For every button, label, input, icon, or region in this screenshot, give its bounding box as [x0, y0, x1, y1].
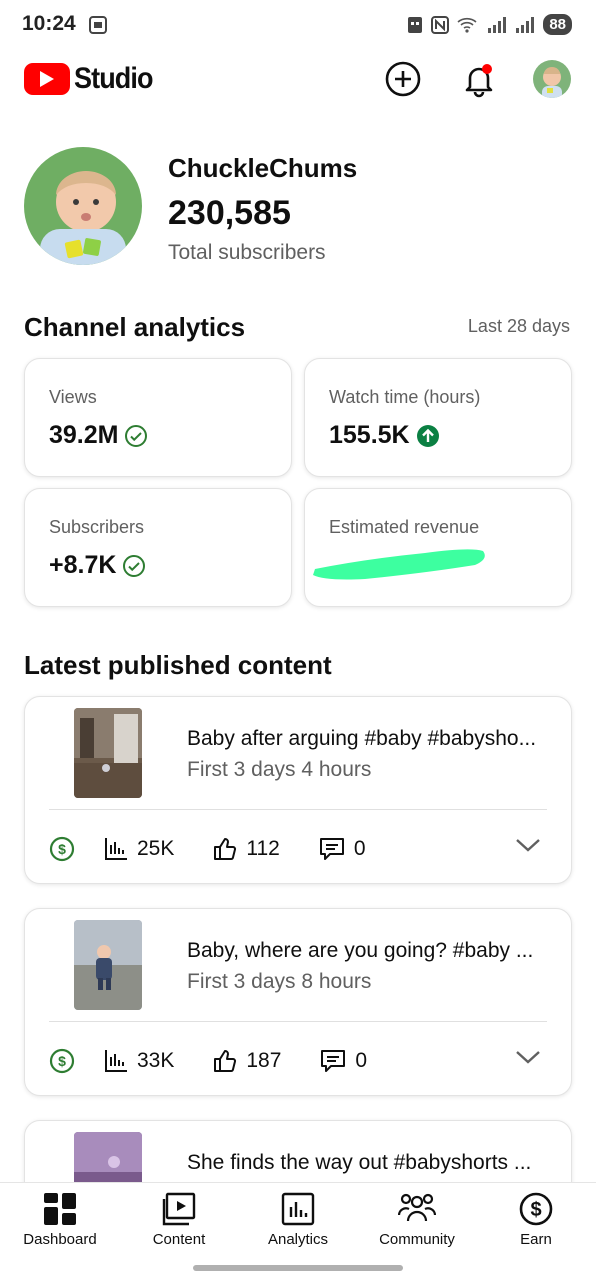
comments-stat: 0: [319, 1048, 367, 1074]
analytics-icon: [281, 1192, 315, 1226]
bar-chart-icon: [105, 1050, 127, 1072]
nav-label: Analytics: [267, 1231, 329, 1248]
dollar-icon: $: [49, 836, 75, 862]
metric-value-text: +8.7K: [49, 551, 117, 579]
metric-card-revenue[interactable]: Estimated revenue: [304, 488, 572, 607]
channel-avatar[interactable]: [24, 147, 142, 265]
dollar-icon: $: [49, 1048, 75, 1074]
screenshot-icon: [88, 15, 108, 40]
signal-icon-2: [516, 16, 535, 33]
signal-icon: [488, 16, 507, 33]
metric-label: Subscribers: [49, 517, 145, 537]
battery-indicator: 88: [543, 14, 572, 35]
comments-count: 0: [355, 1049, 368, 1072]
metric-value-text: 39.2M: [49, 421, 119, 449]
video-period: First 3 days 4 hours: [187, 758, 372, 781]
content-card[interactable]: Baby, where are you going? #baby ... Fir…: [24, 908, 572, 1096]
svg-text:$: $: [58, 1053, 66, 1069]
metric-card-watch-time[interactable]: Watch time (hours) 155.5K: [304, 358, 572, 477]
notifications-icon[interactable]: [460, 60, 498, 98]
metric-card-views[interactable]: Views 39.2M: [24, 358, 292, 477]
subscriber-count: 230,585: [168, 194, 291, 232]
nav-label: Content: [152, 1231, 206, 1248]
content-icon: [162, 1192, 196, 1226]
brand-text: Studio: [74, 62, 153, 95]
metric-value-text: 155.5K: [329, 421, 410, 449]
earn-icon: $: [519, 1192, 553, 1226]
check-circle-icon: [123, 554, 146, 577]
svg-text:$: $: [530, 1199, 541, 1221]
video-period: First 3 days 8 hours: [187, 970, 372, 993]
video-title: Baby after arguing #baby #babysho...: [187, 727, 537, 750]
divider: [49, 809, 547, 810]
views-stat: 33K: [103, 1048, 174, 1074]
likes-stat: 112: [212, 836, 280, 862]
video-thumbnail[interactable]: [74, 708, 142, 798]
nfc-icon: [431, 15, 450, 34]
youtube-studio-logo[interactable]: Studio: [24, 62, 161, 96]
views-stat: 25K: [103, 836, 174, 862]
youtube-play-icon: [24, 63, 70, 95]
redaction-mark: [313, 549, 485, 580]
video-title: Baby, where are you going? #baby ...: [187, 939, 534, 962]
comment-icon: [319, 838, 344, 860]
bar-chart-icon: [105, 838, 127, 860]
likes-count: 112: [246, 837, 280, 860]
thumbs-up-icon: [214, 1050, 237, 1072]
comments-stat: 0: [318, 836, 366, 862]
video-thumbnail[interactable]: [74, 920, 142, 1010]
nav-community[interactable]: Community: [357, 1191, 477, 1248]
thumbs-up-icon: [214, 838, 237, 860]
metric-card-subscribers[interactable]: Subscribers +8.7K: [24, 488, 292, 607]
svg-text:$: $: [58, 841, 66, 857]
likes-stat: 187: [212, 1048, 281, 1074]
channel-name: ChuckleChums: [168, 153, 358, 183]
nav-analytics[interactable]: Analytics: [238, 1191, 358, 1248]
nav-content[interactable]: Content: [119, 1191, 239, 1248]
nav-label: Community: [379, 1231, 455, 1248]
comment-icon: [321, 1050, 346, 1072]
metric-label: Views: [49, 387, 97, 407]
views-count: 25K: [137, 837, 175, 860]
account-avatar[interactable]: [533, 60, 571, 98]
divider: [49, 1021, 547, 1022]
chevron-down-icon[interactable]: [515, 837, 541, 858]
nav-label: Earn: [520, 1231, 552, 1248]
metric-label: Watch time (hours): [329, 387, 481, 407]
chevron-down-icon[interactable]: [515, 1049, 541, 1070]
likes-count: 187: [246, 1049, 282, 1072]
content-card[interactable]: Baby after arguing #baby #babysho... Fir…: [24, 696, 572, 884]
views-count: 33K: [137, 1049, 175, 1072]
sim-icon: [408, 16, 423, 33]
home-indicator: [193, 1265, 403, 1271]
status-icons: 88: [407, 14, 572, 35]
analytics-range[interactable]: Last 28 days: [468, 316, 570, 337]
analytics-title: Channel analytics: [24, 312, 246, 342]
video-stats: $ 33K 187 0: [49, 1043, 547, 1079]
nav-dashboard[interactable]: Dashboard: [0, 1191, 120, 1248]
metric-value: +8.7K: [49, 551, 146, 580]
subscriber-label: Total subscribers: [168, 241, 326, 264]
arrow-up-circle-icon: [416, 424, 439, 447]
video-title: She finds the way out #babyshorts ...: [187, 1151, 532, 1174]
latest-title: Latest published content: [24, 650, 332, 680]
check-circle-icon: [125, 424, 148, 447]
nav-earn[interactable]: $ Earn: [476, 1191, 596, 1248]
dashboard-icon: [44, 1193, 76, 1225]
community-icon: [398, 1193, 436, 1222]
metric-value: 155.5K: [329, 421, 440, 450]
metric-value: 39.2M: [49, 421, 148, 450]
comments-count: 0: [353, 837, 366, 860]
nav-label: Dashboard: [23, 1231, 97, 1248]
status-time: 10:24: [22, 12, 76, 35]
create-icon[interactable]: [384, 60, 422, 98]
video-stats: $ 25K 112 0: [49, 831, 547, 867]
wifi-icon: [457, 17, 477, 33]
metric-label: Estimated revenue: [329, 517, 480, 537]
